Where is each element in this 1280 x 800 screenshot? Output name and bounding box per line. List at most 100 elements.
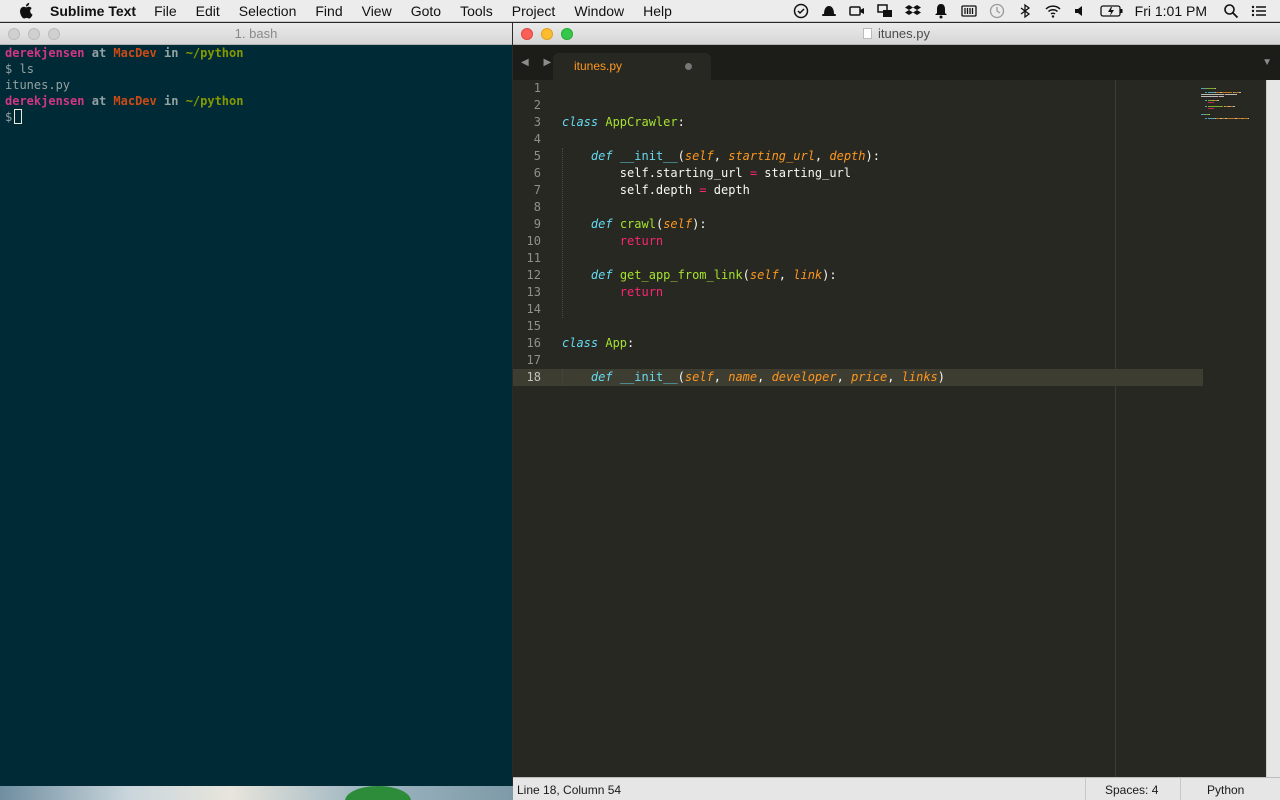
line-number: 6	[533, 166, 541, 180]
line-number: 18	[526, 370, 541, 384]
code-line[interactable]: 15	[513, 318, 1203, 335]
code-token: self	[684, 149, 714, 163]
code-token: App	[605, 336, 628, 350]
code-text: def __init__(self, name, developer, pric…	[562, 369, 945, 386]
menu-goto[interactable]: Goto	[411, 3, 441, 19]
prompt-line: derekjensen at MacDev in ~/python	[5, 45, 507, 61]
menu-view[interactable]: View	[362, 3, 392, 19]
code-line[interactable]: 4	[513, 131, 1203, 148]
code-text: self.starting_url = starting_url	[562, 165, 851, 182]
vertical-scrollbar[interactable]	[1266, 80, 1280, 777]
app-menu-sublime[interactable]: Sublime Text	[50, 3, 136, 19]
code-line[interactable]: 5 def __init__(self, starting_url, depth…	[513, 148, 1203, 165]
notification-center-icon[interactable]	[1250, 3, 1268, 19]
code-token: (	[677, 370, 685, 384]
menu-bar: Sublime Text File Edit Selection Find Vi…	[0, 0, 1280, 22]
code-token: ,	[713, 149, 729, 163]
code-line[interactable]: 3 class AppCrawler:	[513, 114, 1203, 131]
prompt-at: at	[91, 46, 107, 60]
hat-icon[interactable]	[820, 3, 838, 19]
tab-nav-arrows-icon[interactable]: ◀ ▶	[521, 57, 557, 68]
code-token: __init__	[619, 149, 678, 163]
battery-icon[interactable]	[1099, 3, 1124, 19]
menu-help[interactable]: Help	[643, 3, 672, 19]
code-line[interactable]: 10 return	[513, 233, 1203, 250]
spotlight-icon[interactable]	[1222, 3, 1240, 19]
code-token: ,	[713, 370, 729, 384]
terminal-cursor	[14, 109, 23, 124]
sublime-title-bar[interactable]: itunes.py	[513, 23, 1280, 45]
bell-icon[interactable]	[932, 3, 950, 19]
bluetooth-icon[interactable]	[1016, 3, 1034, 19]
minimap[interactable]	[1201, 84, 1261, 124]
status-menu-area: Fri 1:01 PM	[787, 0, 1280, 22]
code-line[interactable]: 9 def crawl(self):	[513, 216, 1203, 233]
command-text: ls	[19, 62, 34, 76]
tab-itunes-py[interactable]: itunes.py	[553, 53, 711, 80]
code-line[interactable]: 6 self.starting_url = starting_url	[513, 165, 1203, 182]
menu-edit[interactable]: Edit	[196, 3, 220, 19]
code-line[interactable]: 8	[513, 199, 1203, 216]
code-line[interactable]: 12 def get_app_from_link(self, link):	[513, 267, 1203, 284]
code-token: class	[562, 336, 599, 350]
minimap-token	[1208, 108, 1214, 109]
syntax-selector[interactable]: Python	[1207, 783, 1244, 797]
code-token: =	[749, 166, 758, 180]
menubar-clock[interactable]: Fri 1:01 PM	[1135, 3, 1207, 19]
tab-dropdown-icon[interactable]: ▼	[1262, 57, 1272, 68]
code-token: )	[937, 370, 945, 384]
minimap-token	[1209, 114, 1211, 115]
minimap-token	[1204, 92, 1208, 93]
dropbox-icon[interactable]	[904, 3, 922, 19]
window-title-text: itunes.py	[877, 26, 931, 41]
minimap-token	[1204, 118, 1208, 119]
code-line[interactable]: 16 class App:	[513, 335, 1203, 352]
code-line[interactable]: 14	[513, 301, 1203, 318]
indentation-setting[interactable]: Spaces: 4	[1105, 783, 1158, 797]
minimap-token	[1208, 92, 1216, 93]
checklist-icon[interactable]	[792, 3, 810, 19]
minimap-token	[1219, 96, 1225, 97]
line-number: 17	[526, 353, 541, 367]
prompt-in: in	[164, 46, 179, 60]
video-icon[interactable]	[848, 3, 866, 19]
code-token: starting_url	[728, 149, 815, 163]
code-line[interactable]: 2	[513, 97, 1203, 114]
document-icon	[862, 28, 872, 39]
code-line[interactable]: 11	[513, 250, 1203, 267]
menu-project[interactable]: Project	[512, 3, 556, 19]
code-line[interactable]: 13 return	[513, 284, 1203, 301]
code-line[interactable]: 7 self.depth = depth	[513, 182, 1203, 199]
code-line[interactable]: 17	[513, 352, 1203, 369]
menu-tools[interactable]: Tools	[460, 3, 493, 19]
battery-meter-icon[interactable]	[960, 3, 978, 19]
minimap-token	[1204, 106, 1208, 107]
wifi-icon[interactable]	[1044, 3, 1062, 19]
code-line[interactable]: 18 def __init__(self, name, developer, p…	[513, 369, 1203, 386]
code-token: ):	[692, 217, 707, 231]
terminal-window: 1. bash derekjensen at MacDev in ~/pytho…	[0, 23, 512, 786]
menu-file[interactable]: File	[154, 3, 177, 19]
code-editor[interactable]: 1 2 3 class AppCrawler: 4 5 def __init__(self…	[513, 80, 1280, 777]
code-token: class	[562, 115, 599, 129]
menu-window[interactable]: Window	[574, 3, 624, 19]
screens-icon[interactable]	[876, 3, 894, 19]
code-token: return	[619, 234, 664, 248]
code-text: return	[562, 284, 663, 301]
line-number: 14	[526, 302, 541, 316]
menu-find[interactable]: Find	[315, 3, 342, 19]
input-line[interactable]: $	[5, 109, 507, 125]
apple-menu-icon[interactable]	[18, 2, 36, 20]
time-machine-icon[interactable]	[988, 3, 1006, 19]
code-line[interactable]: 1	[513, 80, 1203, 97]
unsaved-indicator-icon[interactable]	[685, 63, 692, 70]
terminal-output[interactable]: derekjensen at MacDev in ~/python $ ls i…	[0, 45, 512, 125]
volume-icon[interactable]	[1072, 3, 1090, 19]
terminal-title-bar[interactable]: 1. bash	[0, 23, 512, 45]
menu-selection[interactable]: Selection	[239, 3, 297, 19]
